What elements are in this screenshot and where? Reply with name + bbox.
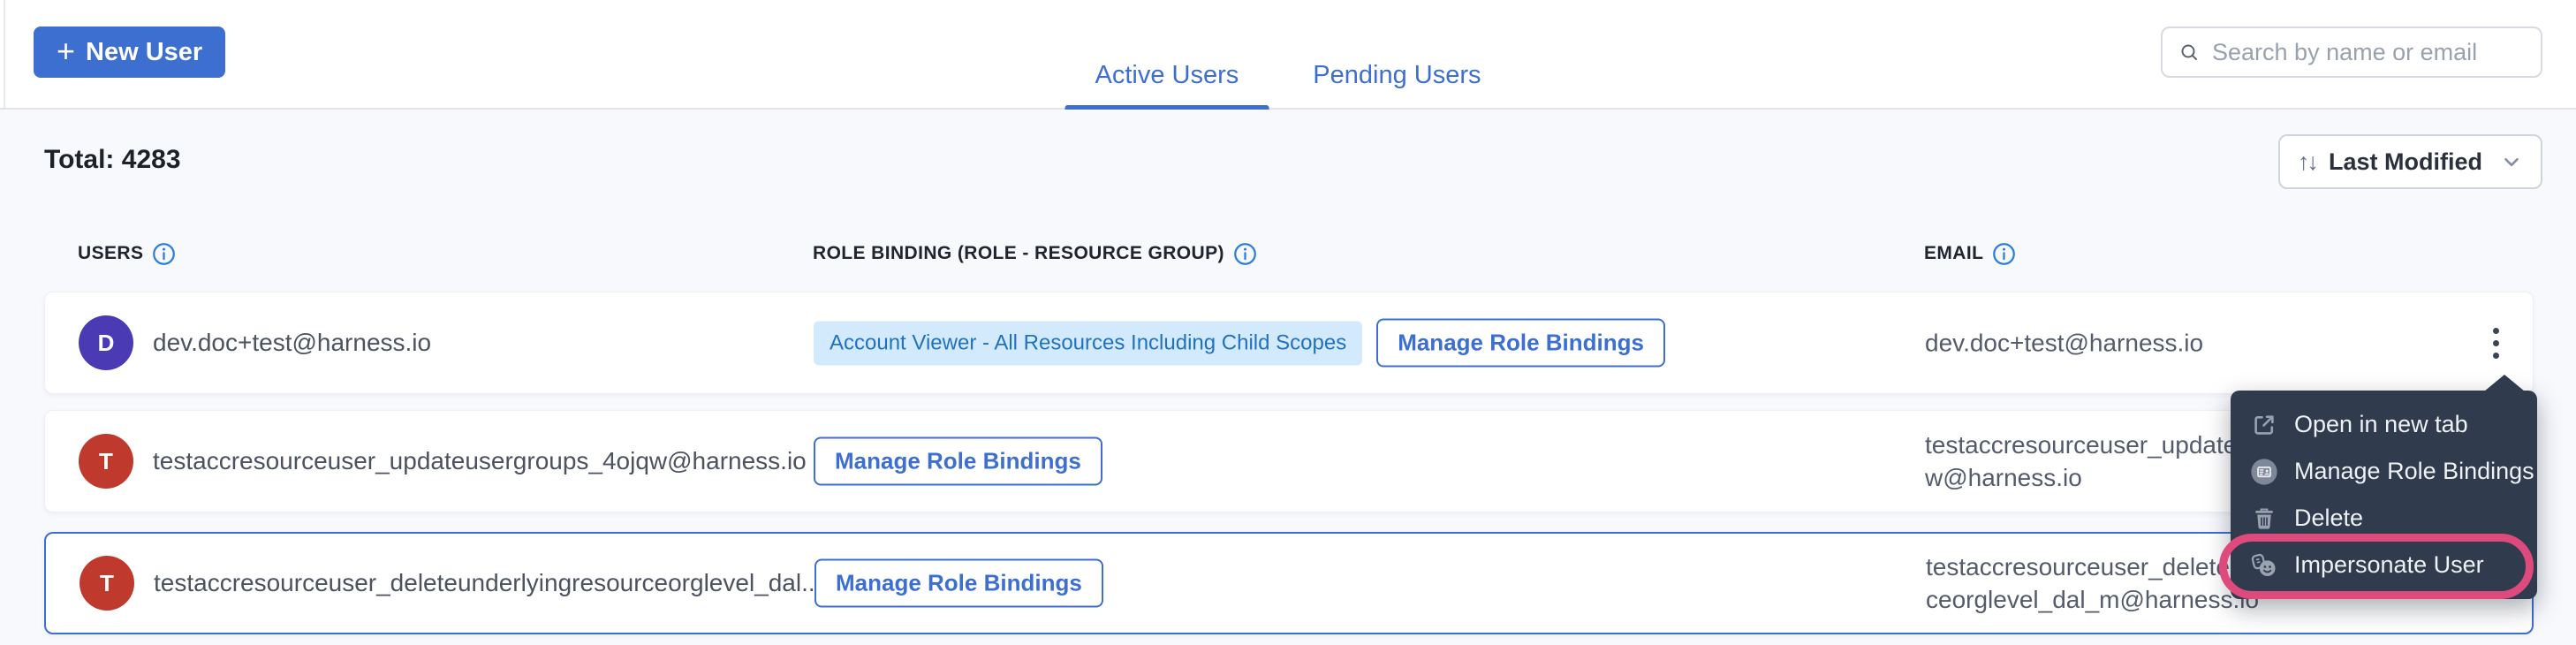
manage-role-bindings-button[interactable]: Manage Role Bindings [814, 437, 1102, 486]
kebab-menu-button[interactable] [2478, 318, 2513, 368]
column-label: ROLE BINDING (ROLE - RESOURCE GROUP) [813, 243, 1224, 264]
menu-item-label: Open in new tab [2294, 411, 2468, 438]
table-row[interactable]: T testaccresourceuser_updateusergroups_4… [44, 410, 2534, 512]
user-name: testaccresourceuser_deleteunderlyingreso… [154, 569, 822, 597]
user-management-page: + New User Active Users Pending Users To… [0, 0, 2576, 645]
menu-item-manage-role-bindings[interactable]: Manage Role Bindings [2231, 448, 2537, 495]
email-text: dev.doc+test@harness.io [1925, 327, 2203, 360]
column-header-email: EMAIL [1924, 240, 2016, 267]
search-icon [2178, 39, 2200, 65]
sort-arrows-icon: ↑↓ [2298, 148, 2316, 176]
manage-role-bindings-button[interactable]: Manage Role Bindings [1376, 319, 1665, 368]
new-user-button[interactable]: + New User [34, 27, 225, 78]
info-icon[interactable] [1233, 242, 1257, 266]
kebab-dot [2493, 328, 2499, 334]
column-label: EMAIL [1924, 243, 1983, 264]
active-tab-underline [1065, 105, 1269, 110]
trash-icon [2250, 505, 2278, 533]
search-box[interactable] [2161, 27, 2542, 78]
menu-item-open-in-new-tab[interactable]: Open in new tab [2231, 401, 2537, 448]
avatar: D [79, 315, 133, 370]
role-bindings-icon [2250, 458, 2278, 486]
masks-icon [2250, 551, 2278, 580]
menu-item-impersonate-user[interactable]: Impersonate User [2231, 542, 2537, 588]
plus-icon: + [57, 35, 75, 67]
menu-caret [2484, 375, 2525, 391]
role-binding-cell: Manage Role Bindings [814, 559, 1103, 608]
role-binding-cell: Manage Role Bindings [814, 437, 1102, 486]
tabs: Active Users Pending Users [1065, 0, 1512, 108]
sort-dropdown[interactable]: ↑↓ Last Modified [2278, 134, 2542, 189]
kebab-dot [2493, 353, 2499, 359]
row-context-menu: Open in new tab Manage Role Bindings [2231, 391, 2537, 599]
column-label: USERS [78, 243, 143, 264]
column-header-users: USERS [78, 240, 176, 267]
manage-role-bindings-button[interactable]: Manage Role Bindings [814, 559, 1103, 608]
tab-pending-users[interactable]: Pending Users [1283, 61, 1511, 108]
tab-label: Pending Users [1313, 61, 1481, 89]
user-name: dev.doc+test@harness.io [153, 329, 431, 357]
avatar: T [79, 434, 133, 489]
role-badge: Account Viewer - All Resources Including… [814, 321, 1362, 365]
external-link-icon [2250, 411, 2278, 439]
menu-item-delete[interactable]: Delete [2231, 495, 2537, 542]
user-name: testaccresourceuser_updateusergroups_4oj… [153, 447, 807, 475]
kebab-dot [2493, 340, 2499, 346]
table-row[interactable]: T testaccresourceuser_deleteunderlyingre… [44, 532, 2534, 634]
menu-item-label: Impersonate User [2294, 551, 2484, 579]
page-header: + New User Active Users Pending Users [0, 0, 2576, 110]
new-user-label: New User [86, 38, 202, 67]
menu-item-label: Manage Role Bindings [2294, 458, 2534, 485]
sort-label: Last Modified [2329, 148, 2482, 176]
panel-edge-divider [4, 0, 5, 108]
column-header-role-binding: ROLE BINDING (ROLE - RESOURCE GROUP) [813, 240, 1257, 267]
search-input[interactable] [2212, 39, 2525, 66]
tab-active-users[interactable]: Active Users [1065, 61, 1269, 108]
menu-item-label: Delete [2294, 505, 2363, 532]
role-binding-cell: Account Viewer - All Resources Including… [814, 319, 1665, 368]
total-count: Total: 4283 [44, 145, 181, 175]
avatar: T [80, 556, 134, 611]
info-icon[interactable] [152, 242, 176, 266]
email-cell: dev.doc+test@harness.io [1925, 327, 2203, 360]
info-icon[interactable] [1992, 242, 2016, 266]
tab-label: Active Users [1095, 61, 1239, 89]
chevron-down-icon [2500, 150, 2523, 173]
table-row[interactable]: D dev.doc+test@harness.io Account Viewer… [44, 292, 2534, 394]
